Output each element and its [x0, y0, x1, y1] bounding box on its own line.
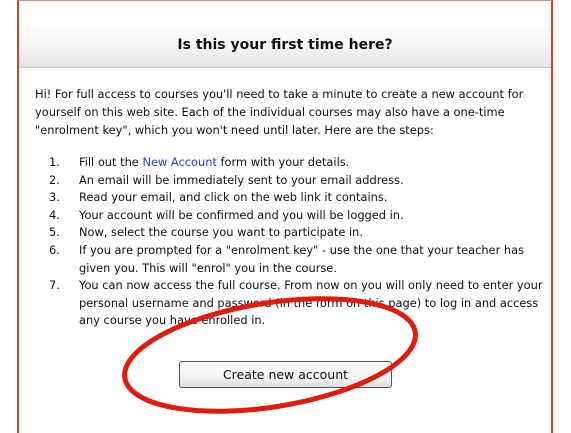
step-text: Your account will be confirmed and you w… — [79, 207, 404, 222]
first-time-panel: Is this your first time here? Hi! For fu… — [17, 0, 553, 433]
step-number: 4. — [49, 207, 60, 222]
step-text: Now, select the course you want to parti… — [79, 225, 363, 240]
step-item: 3. Read your email, and click on the web… — [39, 189, 543, 207]
create-new-account-button[interactable]: Create new account — [179, 361, 392, 388]
intro-text: Hi! For full access to courses you'll ne… — [35, 87, 524, 137]
step-text: If you are prompted for a "enrolment key… — [79, 242, 525, 275]
step-number: 2. — [49, 172, 60, 187]
step-text: An email will be immediately sent to you… — [79, 172, 404, 187]
new-account-link[interactable]: New Account — [142, 155, 216, 169]
steps-list: 1. Fill out the New Account form with yo… — [39, 154, 543, 330]
step-item: 2. An email will be immediately sent to … — [39, 172, 543, 190]
step-item: 4. Your account will be confirmed and yo… — [39, 207, 543, 225]
step-number: 1. — [49, 155, 60, 169]
step-text: Read your email, and click on the web li… — [79, 190, 388, 205]
step-number: 7. — [49, 278, 60, 293]
panel-title: Is this your first time here? — [177, 37, 393, 53]
step-number: 6. — [49, 242, 60, 257]
step-text: You can now access the full course. From… — [79, 278, 543, 328]
step-item: 1. Fill out the New Account form with yo… — [39, 154, 543, 172]
step-item: 5. Now, select the course you want to pa… — [39, 224, 543, 242]
step-item: 6. If you are prompted for a "enrolment … — [39, 242, 543, 277]
step-item: 7. You can now access the full course. F… — [39, 277, 543, 330]
step-text: form with your details. — [216, 155, 350, 169]
step-text: Fill out the — [79, 155, 143, 169]
step-number: 3. — [49, 190, 60, 205]
step-number: 5. — [49, 225, 60, 240]
panel-header: Is this your first time here? — [19, 23, 551, 68]
